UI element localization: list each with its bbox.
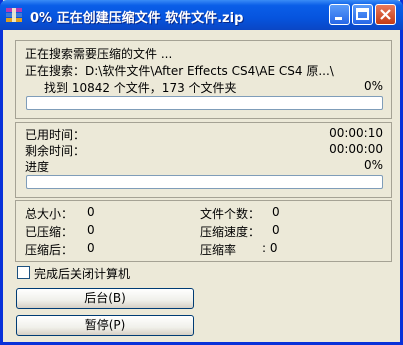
- maximize-button[interactable]: [352, 4, 373, 25]
- compression-speed-label: 压缩速度：: [200, 225, 261, 239]
- search-panel: 正在搜索需要压缩的文件 ... 正在搜索：D:\软件文件\After Effec…: [15, 40, 392, 119]
- file-count-value: 0: [272, 205, 280, 219]
- search-progress-bar: [26, 96, 383, 110]
- total-size-label: 总大小：: [25, 207, 74, 221]
- timing-panel: 已用时间： 00:00:10 剩余时间： 00:00:00 进度 0%: [15, 122, 392, 198]
- overall-progress-bar: [26, 175, 383, 189]
- stats-panel: 总大小： 0 已压缩： 0 压缩后： 0 文件个数： 0 压缩速度： 0 压缩率…: [15, 200, 392, 262]
- background-button[interactable]: 后台(B): [16, 288, 194, 309]
- search-percent: 0%: [363, 79, 383, 93]
- remaining-time-label: 剩余时间：: [25, 144, 86, 158]
- minimize-icon: [335, 17, 342, 20]
- overall-percent: 0%: [363, 158, 383, 172]
- compression-ratio-value: : 0: [262, 241, 278, 255]
- pause-button[interactable]: 暂停(P): [16, 315, 194, 336]
- compressed-value: 0: [87, 223, 95, 237]
- remaining-time-value: 00:00:00: [329, 142, 383, 156]
- compressed-label: 已压缩：: [25, 225, 74, 239]
- window-title: 0% 正在创建压缩文件 软件文件.zip: [30, 11, 244, 26]
- after-compression-label: 压缩后：: [25, 243, 74, 257]
- shutdown-checkbox-label[interactable]: 完成后关闭计算机: [34, 265, 130, 282]
- found-count-label: 找到 10842 个文件，173 个文件夹: [44, 81, 237, 95]
- file-count-label: 文件个数：: [200, 207, 261, 221]
- search-status-label: 正在搜索需要压缩的文件 ...: [25, 47, 173, 61]
- close-icon: [380, 9, 391, 20]
- after-compression-value: 0: [87, 241, 95, 255]
- compression-speed-value: 0: [272, 223, 280, 237]
- compression-progress-window: 0% 正在创建压缩文件 软件文件.zip 正在搜索需要压缩的文件 ... 正在搜…: [0, 0, 403, 345]
- elapsed-time-value: 00:00:10: [329, 126, 383, 140]
- compression-ratio-label: 压缩率: [200, 243, 237, 257]
- winrar-app-icon: [6, 8, 22, 22]
- progress-label: 进度: [25, 160, 50, 174]
- close-button[interactable]: [375, 4, 396, 25]
- maximize-icon: [356, 8, 369, 20]
- shutdown-checkbox[interactable]: [17, 266, 30, 279]
- minimize-button[interactable]: [329, 4, 350, 25]
- title-bar[interactable]: 0% 正在创建压缩文件 软件文件.zip: [0, 0, 403, 30]
- total-size-value: 0: [87, 205, 95, 219]
- search-path-label: 正在搜索：D:\软件文件\After Effects CS4\AE CS4 原.…: [25, 64, 334, 78]
- elapsed-time-label: 已用时间：: [25, 128, 86, 142]
